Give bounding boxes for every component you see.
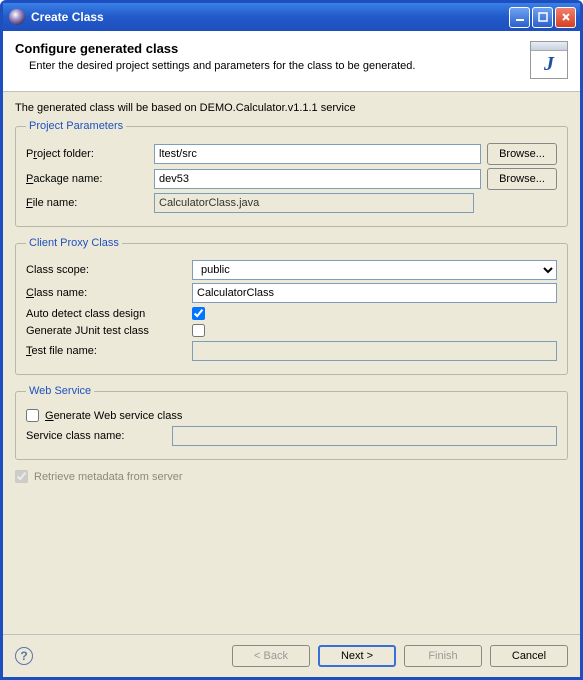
page-subtitle: Enter the desired project settings and p… [29, 60, 530, 72]
java-file-icon: J [530, 41, 568, 79]
button-bar: ? < Back Next > Finish Cancel [3, 634, 580, 677]
client-proxy-group: Client Proxy Class Class scope: public C… [15, 237, 568, 375]
back-button: < Back [232, 645, 310, 667]
eclipse-icon [9, 9, 25, 25]
close-button[interactable] [555, 7, 576, 28]
class-name-input[interactable] [192, 283, 557, 303]
project-parameters-legend: Project Parameters [26, 120, 126, 132]
next-button[interactable]: Next > [318, 645, 396, 667]
class-scope-label: Class scope: [26, 264, 186, 276]
test-file-name-readonly [192, 341, 557, 361]
maximize-button[interactable] [532, 7, 553, 28]
service-class-name-label: Service class name: [26, 430, 166, 442]
class-name-label: Class name: [26, 287, 186, 299]
dialog-window: Create Class Configure generated class E… [0, 0, 583, 680]
retrieve-metadata-row: Retrieve metadata from server [15, 470, 568, 483]
web-service-legend: Web Service [26, 385, 94, 397]
retrieve-metadata-label: Retrieve metadata from server [34, 471, 183, 483]
package-name-label: Package name: [26, 173, 148, 185]
package-name-browse-button[interactable]: Browse... [487, 168, 557, 190]
retrieve-metadata-checkbox [15, 470, 28, 483]
auto-detect-checkbox[interactable] [192, 307, 205, 320]
auto-detect-label: Auto detect class design [26, 308, 186, 320]
cancel-button[interactable]: Cancel [490, 645, 568, 667]
generate-junit-label: Generate JUnit test class [26, 325, 186, 337]
content-area: The generated class will be based on DEM… [3, 92, 580, 634]
generate-web-service-label: Generate Web service class [45, 410, 182, 422]
window-controls [509, 7, 576, 28]
project-folder-label: Project folder: [26, 148, 148, 160]
wizard-header: Configure generated class Enter the desi… [3, 31, 580, 92]
titlebar[interactable]: Create Class [3, 3, 580, 31]
service-info-text: The generated class will be based on DEM… [15, 102, 568, 114]
web-service-group: Web Service Generate Web service class S… [15, 385, 568, 460]
finish-button: Finish [404, 645, 482, 667]
page-title: Configure generated class [15, 41, 530, 56]
help-icon[interactable]: ? [15, 647, 33, 665]
test-file-name-label: Test file name: [26, 345, 186, 357]
client-proxy-legend: Client Proxy Class [26, 237, 122, 249]
minimize-button[interactable] [509, 7, 530, 28]
package-name-input[interactable] [154, 169, 481, 189]
generate-web-service-checkbox[interactable] [26, 409, 39, 422]
file-name-label: File name: [26, 197, 148, 209]
project-parameters-group: Project Parameters Project folder: Brows… [15, 120, 568, 227]
window-title: Create Class [31, 10, 509, 24]
generate-junit-checkbox[interactable] [192, 324, 205, 337]
class-scope-select[interactable]: public [192, 260, 557, 280]
project-folder-input[interactable] [154, 144, 481, 164]
service-class-name-readonly [172, 426, 557, 446]
project-folder-browse-button[interactable]: Browse... [487, 143, 557, 165]
file-name-readonly: CalculatorClass.java [154, 193, 474, 213]
